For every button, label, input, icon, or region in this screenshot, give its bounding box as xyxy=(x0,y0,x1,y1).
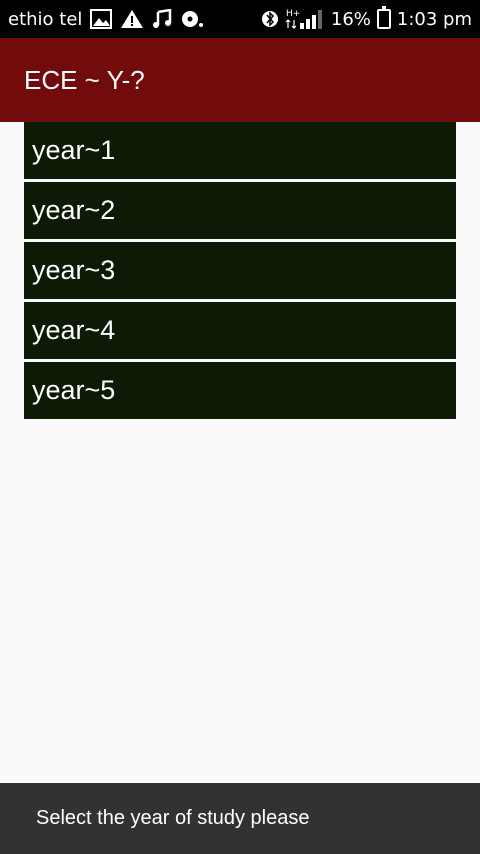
list-item-year-4[interactable]: year~4 xyxy=(24,302,456,359)
clock: 1:03 pm xyxy=(396,8,472,30)
music-icon xyxy=(152,8,172,30)
warning-icon xyxy=(120,8,144,30)
signal-icon: H+ xyxy=(285,8,325,30)
carrier-name: ethio tel xyxy=(8,8,83,30)
year-list: year~1 year~2 year~3 year~4 year~5 xyxy=(24,122,456,422)
app-title: ECE ~ Y-? xyxy=(24,64,145,95)
snackbar: Select the year of study please xyxy=(0,783,480,854)
list-item-label: year~2 xyxy=(32,195,116,225)
list-item-year-3[interactable]: year~3 xyxy=(24,242,456,299)
list-item-year-2[interactable]: year~2 xyxy=(24,182,456,239)
list-item-year-5[interactable]: year~5 xyxy=(24,362,456,419)
image-icon xyxy=(90,8,113,30)
status-bar: ethio tel H+ 16% 1:03 pm xyxy=(0,0,480,38)
battery-percent: 16% xyxy=(330,8,371,30)
list-item-label: year~1 xyxy=(32,135,116,165)
battery-icon xyxy=(376,6,391,29)
snackbar-message: Select the year of study please xyxy=(36,807,310,829)
network-type-label: H+ xyxy=(286,9,300,19)
list-item-label: year~3 xyxy=(32,255,116,285)
list-item-label: year~5 xyxy=(32,375,116,405)
list-item-label: year~4 xyxy=(32,315,116,345)
list-item-year-1[interactable]: year~1 xyxy=(24,122,456,179)
app-bar: ECE ~ Y-? xyxy=(0,38,480,122)
disc-icon xyxy=(180,8,204,30)
bluetooth-icon xyxy=(261,8,279,30)
